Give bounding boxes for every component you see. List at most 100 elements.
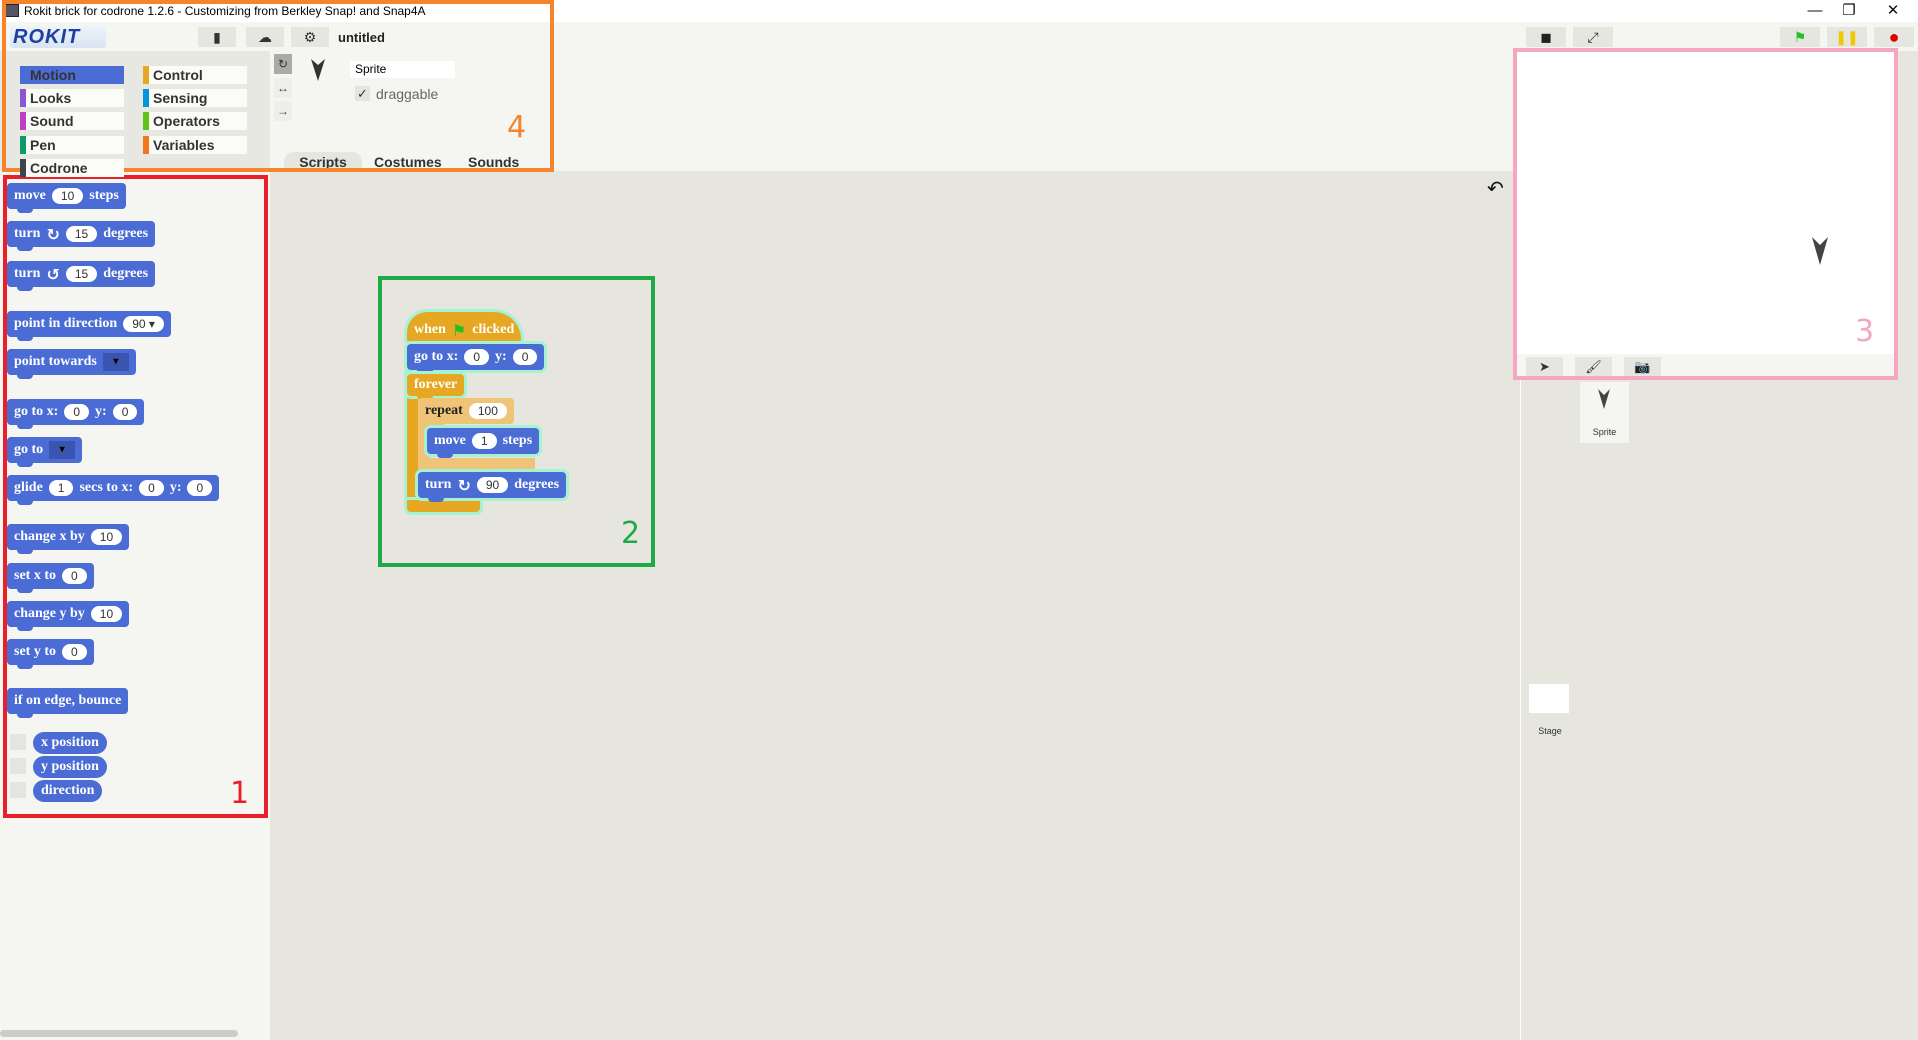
block-text: y: <box>95 404 107 419</box>
watcher-checkbox[interactable] <box>10 734 26 750</box>
category-color-bar <box>143 112 149 130</box>
green-flag-icon: ⚑ <box>1793 29 1807 45</box>
stage-thumb-label: Stage <box>1538 726 1562 736</box>
category-codrone[interactable]: Codrone <box>20 159 124 177</box>
palette-block[interactable]: turn ↺ 15 degrees <box>7 261 156 291</box>
block-input[interactable]: 10 <box>90 529 123 545</box>
block-input[interactable]: 0 <box>512 349 538 365</box>
sprite-corral <box>1520 379 1918 1040</box>
block-text: forever <box>414 377 458 392</box>
block-input[interactable]: 15 <box>65 226 98 242</box>
undo-icon[interactable]: ↶ <box>1487 176 1504 201</box>
block-input[interactable]: 1 <box>471 433 497 449</box>
fullscreen-button[interactable]: ⤢ <box>1573 27 1613 47</box>
fullscreen-icon: ⤢ <box>1587 29 1599 45</box>
palette-block[interactable]: set x to 0 <box>7 563 94 593</box>
block-text: if on edge, bounce <box>14 693 122 708</box>
category-label: Control <box>153 67 203 83</box>
block-input[interactable]: 15 <box>65 266 98 282</box>
annotation-number-stage: 3 <box>1855 314 1875 349</box>
block-text: point towards <box>14 354 97 369</box>
category-label: Sound <box>30 113 74 129</box>
palette-block[interactable]: go to x: 0 y: 0 <box>7 399 145 429</box>
block-input[interactable]: 0 <box>139 480 164 496</box>
minimize-button[interactable]: — <box>1800 1 1830 21</box>
repeat-bottom <box>418 458 535 470</box>
pause-button[interactable]: ❚❚ <box>1827 27 1867 47</box>
category-sound[interactable]: Sound <box>20 112 124 130</box>
script-block[interactable]: when ⚑ clicked <box>407 312 522 342</box>
rotate-cw-icon: ↻ <box>46 224 60 244</box>
block-text: x position <box>41 735 99 750</box>
category-pen[interactable]: Pen <box>20 136 124 154</box>
palette-block[interactable]: point towards ▾ <box>7 349 136 379</box>
category-label: Motion <box>30 67 76 83</box>
reporter-block[interactable]: x position <box>33 732 107 754</box>
category-operators[interactable]: Operators <box>143 112 247 130</box>
block-text: degrees <box>103 266 149 281</box>
category-looks[interactable]: Looks <box>20 89 124 107</box>
category-sensing[interactable]: Sensing <box>143 89 247 107</box>
block-text: repeat <box>425 403 463 418</box>
block-input[interactable]: 90 ▾ <box>123 316 164 332</box>
category-variables[interactable]: Variables <box>143 136 247 154</box>
block-input[interactable]: 0 <box>62 568 87 584</box>
block-input[interactable]: 0 <box>464 349 490 365</box>
palette-block[interactable]: set y to 0 <box>7 639 94 669</box>
palette-block[interactable]: glide 1 secs to x: 0 y: 0 <box>7 475 220 505</box>
category-control[interactable]: Control <box>143 66 247 84</box>
palette-scrollbar[interactable] <box>0 1030 238 1037</box>
block-text: y position <box>41 759 99 774</box>
stage-size-button[interactable]: ◼ <box>1526 27 1566 47</box>
script-block[interactable]: go to x: 0 y: 0 <box>407 344 545 374</box>
block-text: move <box>14 188 46 203</box>
block-input[interactable]: 0 <box>187 480 213 496</box>
block-dropdown[interactable]: ▾ <box>49 441 76 459</box>
reporter-block[interactable]: direction <box>33 780 103 802</box>
script-block[interactable]: turn ↻ 90 degrees <box>418 472 567 502</box>
palette-block[interactable]: change x by 10 <box>7 524 130 554</box>
block-input[interactable]: 0 <box>62 644 87 660</box>
block-text: go to x: <box>414 349 459 364</box>
close-button[interactable]: ✕ <box>1878 1 1908 21</box>
block-input[interactable]: 0 <box>112 404 138 420</box>
block-text: y: <box>169 480 182 495</box>
reporter-block[interactable]: y position <box>33 756 107 778</box>
block-input[interactable]: 10 <box>90 606 123 622</box>
block-input[interactable]: 0 <box>64 404 90 420</box>
block-text: steps <box>89 188 119 203</box>
block-input[interactable]: 100 <box>468 403 507 419</box>
green-flag-icon: ⚑ <box>451 320 467 340</box>
block-input[interactable]: 10 <box>51 188 84 204</box>
palette-block[interactable]: change y by 10 <box>7 601 130 631</box>
script-block[interactable]: repeat 100 <box>418 398 514 428</box>
script-block[interactable]: move 1 steps <box>427 428 540 458</box>
sprite-thumbnail[interactable]: Sprite <box>1580 382 1629 443</box>
stage-thumbnail[interactable] <box>1529 684 1569 713</box>
restore-button[interactable]: ❐ <box>1834 1 1864 21</box>
watcher-checkbox[interactable] <box>10 782 26 798</box>
block-input[interactable]: 1 <box>48 480 74 496</box>
category-color-bar <box>20 159 26 177</box>
category-motion[interactable]: Motion <box>20 66 124 84</box>
category-label: Codrone <box>30 160 88 176</box>
palette-block[interactable]: move 10 steps <box>7 183 126 213</box>
palette-block[interactable]: point in direction 90 ▾ <box>7 311 171 341</box>
rotate-ccw-icon: ↺ <box>46 264 60 284</box>
script-block[interactable]: forever <box>407 374 465 400</box>
block-dropdown[interactable]: ▾ <box>102 353 129 371</box>
block-text: secs to x: <box>79 480 134 495</box>
palette-block[interactable]: go to ▾ <box>7 437 83 467</box>
green-flag-button[interactable]: ⚑ <box>1780 27 1820 47</box>
block-text: turn <box>425 477 452 492</box>
block-text: set x to <box>14 568 56 583</box>
stage-size-icon: ◼ <box>1540 29 1552 45</box>
block-input[interactable]: 90 <box>476 477 509 493</box>
block-text: change y by <box>14 606 85 621</box>
annotation-number-palette: 1 <box>230 776 250 811</box>
sprite-thumb-label: Sprite <box>1592 427 1617 437</box>
palette-block[interactable]: if on edge, bounce <box>7 688 129 718</box>
palette-block[interactable]: turn ↻ 15 degrees <box>7 221 156 251</box>
watcher-checkbox[interactable] <box>10 758 26 774</box>
stop-button[interactable]: ● <box>1874 27 1914 47</box>
